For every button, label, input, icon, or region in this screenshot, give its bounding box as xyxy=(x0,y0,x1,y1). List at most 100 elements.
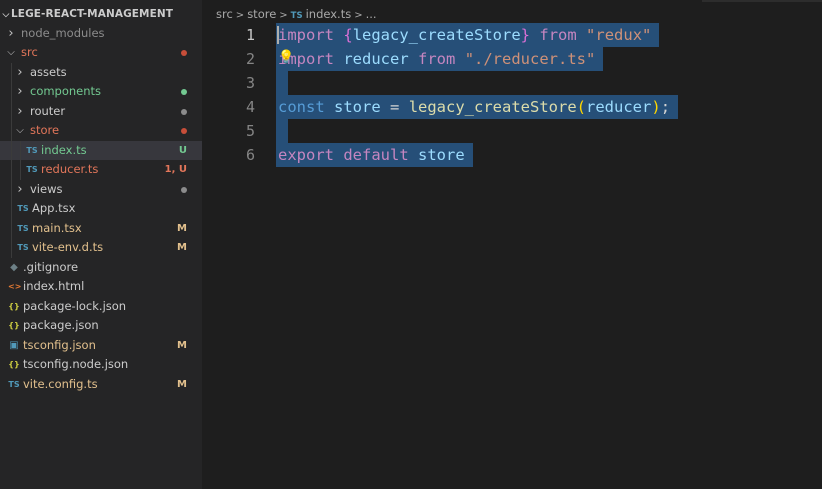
chevron-right-icon: › xyxy=(8,25,14,41)
code-token: from xyxy=(418,50,456,68)
code-text: export default store xyxy=(278,143,465,167)
git-status-dot xyxy=(181,108,187,115)
code-token: = xyxy=(380,98,409,116)
code-line-5[interactable]: 5 xyxy=(202,119,822,143)
git-status-badge: U xyxy=(178,144,187,156)
code-line-6[interactable]: 6 export default store xyxy=(202,143,822,167)
typescript-file-icon: TS xyxy=(26,145,38,155)
tree-item-label: .gitignore xyxy=(23,259,79,274)
html-file-icon: <> xyxy=(8,282,22,291)
breadcrumb: src > store > TS index.ts >... xyxy=(216,6,377,22)
code-text: import {legacy_createStore} from "redux" xyxy=(278,23,651,47)
code-token: default xyxy=(343,146,409,164)
text-cursor xyxy=(277,26,279,44)
code-token: ) xyxy=(651,98,661,116)
tree-item-main-tsx[interactable]: TS main.tsx M xyxy=(0,219,202,239)
code-line-3[interactable]: 3 xyxy=(202,71,822,95)
tsconfig-file-icon: ▣ xyxy=(9,339,19,351)
indent-guide xyxy=(11,62,12,258)
tree-item-label: node_modules xyxy=(21,25,105,40)
code-token: "./reducer.ts" xyxy=(464,50,596,68)
editor-pane[interactable]: src > store > TS index.ts >... 1 import {legacy… xyxy=(202,0,822,489)
tree-item-label: vite-env.d.ts xyxy=(32,240,104,254)
tree-item-label: src xyxy=(21,45,38,59)
tree-item-label: tsconfig.json xyxy=(23,337,96,352)
json-file-icon: {} xyxy=(8,301,20,311)
tree-item-app-tsx[interactable]: TS App.tsx xyxy=(0,199,202,219)
code-text: const store = legacy_createStore(reducer… xyxy=(278,95,670,119)
chevron-right-icon: > xyxy=(235,10,245,21)
explorer-root-folder[interactable]: ⌵ LEGE-REACT-MANAGEMENT xyxy=(0,6,173,22)
tree-item-reducer-ts[interactable]: TS reducer.ts 1, U xyxy=(0,160,202,180)
tree-item-components[interactable]: › components xyxy=(0,82,202,102)
tree-item-assets[interactable]: › assets xyxy=(0,63,202,83)
git-file-icon: ◆ xyxy=(10,261,18,273)
tree-item-node-modules[interactable]: › node_modules xyxy=(0,24,202,44)
tree-item-package-lock-json[interactable]: {} package-lock.json xyxy=(0,297,202,317)
chevron-right-icon: › xyxy=(17,181,23,197)
tree-item-router[interactable]: › router xyxy=(0,102,202,122)
tree-item-gitignore[interactable]: ◆ .gitignore xyxy=(0,258,202,278)
code-text: import reducer from "./reducer.ts" xyxy=(278,47,595,71)
code-line-1[interactable]: 1 import {legacy_createStore} from "redux… xyxy=(202,23,822,47)
tree-item-label: main.tsx xyxy=(32,220,82,235)
tree-item-index-html[interactable]: <> index.html xyxy=(0,277,202,297)
typescript-file-icon: TS xyxy=(26,165,38,174)
code-token: { xyxy=(343,26,353,44)
breadcrumb-symbols[interactable]: ... xyxy=(366,6,377,22)
breadcrumb-store[interactable]: store xyxy=(247,6,276,22)
typescript-file-icon: TS xyxy=(8,379,20,389)
tree-item-src[interactable]: ⌵ src xyxy=(0,43,202,63)
chevron-right-icon: › xyxy=(17,103,23,119)
line-number: 1 xyxy=(245,26,255,44)
line-number: 6 xyxy=(245,146,255,164)
git-status-badge: M xyxy=(177,378,187,390)
code-token: "redux" xyxy=(586,26,652,44)
tree-item-index-ts[interactable]: TS index.ts U xyxy=(0,140,202,160)
git-status-dot xyxy=(181,50,187,56)
line-number: 5 xyxy=(245,122,255,140)
line-number: 4 xyxy=(245,98,255,116)
tree-item-label: tsconfig.node.json xyxy=(23,357,129,371)
breadcrumb-file[interactable]: index.ts xyxy=(306,6,352,22)
code-line-4[interactable]: 4 const store = legacy_createStore(reduce… xyxy=(202,95,822,119)
tree-item-vite-env-d-ts[interactable]: TS vite-env.d.ts M xyxy=(0,238,202,258)
typescript-file-icon: TS xyxy=(290,11,303,21)
code-line-2[interactable]: 2 import reducer from "./reducer.ts" 💡 xyxy=(202,47,822,71)
tree-item-vite-config-ts[interactable]: TS vite.config.ts M xyxy=(0,375,202,395)
chevron-right-icon: > xyxy=(354,10,363,21)
chevron-down-icon: ⌵ xyxy=(7,47,15,58)
tree-item-label: assets xyxy=(30,64,67,79)
tree-item-label: views xyxy=(30,181,63,196)
breadcrumb-src[interactable]: src xyxy=(216,6,233,22)
tree-item-label: vite.config.ts xyxy=(23,376,98,391)
code-token: ; xyxy=(660,98,671,116)
tree-item-label: package-lock.json xyxy=(23,298,127,313)
git-status-badge: M xyxy=(177,222,187,234)
tree-item-label: package.json xyxy=(23,318,99,332)
code-token: legacy_createStore xyxy=(408,98,577,116)
chevron-down-icon: ⌵ xyxy=(2,10,10,20)
chevron-right-icon: > xyxy=(279,10,288,21)
json-file-icon: {} xyxy=(8,321,20,330)
tree-item-package-json[interactable]: {} package.json xyxy=(0,316,202,336)
tree-item-tsconfig-node-json[interactable]: {} tsconfig.node.json xyxy=(0,355,202,375)
indent-guide xyxy=(20,140,21,180)
git-status-badge: M xyxy=(177,339,187,351)
tree-item-label: index.html xyxy=(23,279,85,293)
code-token: import xyxy=(278,26,334,44)
lightbulb-icon[interactable]: 💡 xyxy=(278,49,294,67)
typescript-file-icon: TS xyxy=(17,223,29,233)
line-number: 3 xyxy=(245,74,255,92)
line-number: 2 xyxy=(245,50,255,68)
tree-item-label: index.ts xyxy=(41,142,87,157)
tree-item-views[interactable]: › views xyxy=(0,180,202,200)
tree-item-tsconfig-json[interactable]: ▣ tsconfig.json M xyxy=(0,336,202,356)
typescript-file-icon: TS xyxy=(17,204,29,213)
tree-item-store[interactable]: ⌵ store xyxy=(0,121,202,141)
